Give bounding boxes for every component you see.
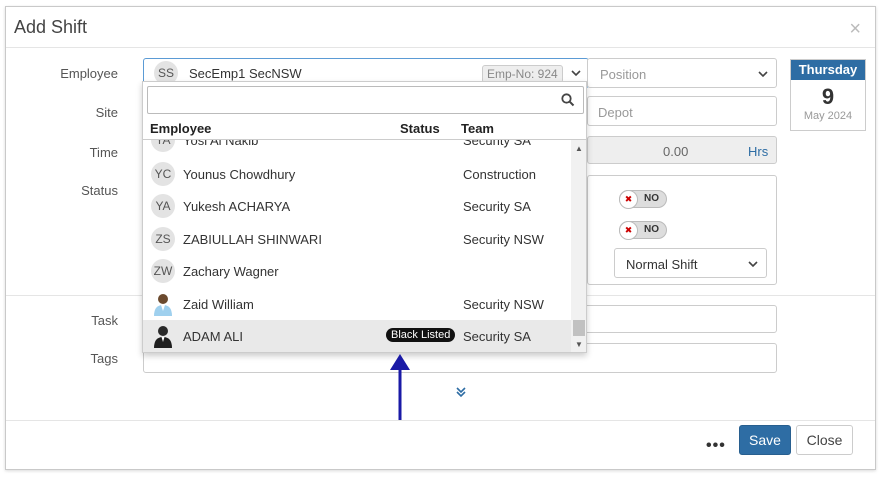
hours-value: 0.00 (663, 144, 689, 159)
time-label: Time (89, 145, 118, 160)
task-label: Task (91, 313, 118, 328)
list-item[interactable]: ZS ZABIULLAH SHINWARI Security NSW (143, 223, 571, 255)
employee-name: Yukesh ACHARYA (183, 199, 291, 214)
modal-title: Add Shift (14, 17, 88, 37)
avatar: ZW (151, 259, 175, 283)
position-placeholder: Position (600, 67, 647, 82)
hours-unit: Hrs (748, 144, 769, 159)
footer-divider (6, 420, 875, 421)
site-label: Site (95, 105, 118, 120)
chevron-down-icon[interactable] (571, 69, 581, 77)
toggle-label: NO (644, 224, 659, 235)
list-item[interactable]: ADAM ALI Black Listed Security SA (143, 320, 571, 352)
list-item[interactable]: YA Yosi Al Nakib Security SA (143, 140, 571, 156)
employee-name: Zachary Wagner (183, 264, 279, 279)
header-divider (6, 47, 875, 48)
avatar: YA (151, 194, 175, 218)
list-item[interactable]: YC Younus Chowdhury Construction (143, 158, 571, 190)
employee-team: Security NSW (463, 232, 544, 247)
status-badge: Black Listed (386, 328, 456, 342)
close-icon: ✖ (619, 221, 638, 240)
employee-name: Yosi Al Nakib (183, 140, 259, 148)
employee-name: Younus Chowdhury (183, 167, 296, 182)
person-photo-icon (154, 326, 172, 348)
list-item[interactable]: ZW Zachary Wagner (143, 255, 571, 287)
dropdown-scrollbar[interactable]: ▲ ▼ (571, 140, 586, 352)
tags-label: Tags (90, 351, 118, 366)
toggle-label: NO (644, 193, 659, 204)
employee-dropdown: Employee Status Team YA Yosi Al Nakib Se… (142, 81, 587, 353)
employee-team: Security NSW (463, 297, 544, 312)
column-header-team: Team (461, 121, 494, 136)
position-select[interactable]: Position (587, 58, 777, 88)
shift-type-select[interactable]: Normal Shift (614, 248, 767, 278)
date-weekday: Thursday (791, 60, 865, 80)
employee-name: ZABIULLAH SHINWARI (183, 232, 322, 247)
employee-team: Security SA (463, 329, 531, 344)
more-options-button[interactable]: ••• (706, 437, 726, 455)
employee-name: Zaid William (183, 297, 254, 312)
list-item[interactable]: YA Yukesh ACHARYA Security SA (143, 190, 571, 222)
employee-team: Security SA (463, 199, 531, 214)
avatar: YA (151, 140, 175, 152)
column-header-employee: Employee (150, 121, 212, 136)
employee-team: Security SA (463, 140, 531, 148)
person-photo-icon (154, 294, 172, 316)
selected-employee-name: SecEmp1 SecNSW (189, 66, 302, 81)
employee-team: Construction (463, 167, 536, 182)
avatar: ZS (151, 227, 175, 251)
depot-placeholder: Depot (598, 105, 633, 120)
date-month-year: May 2024 (803, 110, 853, 122)
annotation-arrow-icon (390, 354, 410, 420)
hours-field: 0.00 Hrs (587, 136, 777, 164)
chevron-down-icon[interactable] (748, 260, 758, 268)
toggle-switch[interactable]: ✖ NO (619, 190, 667, 209)
close-icon[interactable]: × (849, 19, 861, 39)
scroll-down-icon[interactable]: ▼ (575, 340, 583, 349)
column-header-status: Status (400, 121, 440, 136)
toggle-switch[interactable]: ✖ NO (619, 221, 667, 240)
search-icon (561, 93, 575, 107)
close-button[interactable]: Close (796, 425, 853, 455)
depot-input[interactable]: Depot (587, 96, 777, 126)
status-label: Status (81, 183, 118, 198)
employee-name: ADAM ALI (183, 329, 243, 344)
close-icon: ✖ (619, 190, 638, 209)
chevron-down-icon[interactable] (758, 70, 768, 78)
avatar: YC (151, 162, 175, 186)
dropdown-list: YA Yosi Al Nakib Security SA YC Younus C… (143, 140, 571, 352)
scroll-up-icon[interactable]: ▲ (575, 144, 583, 153)
employee-label: Employee (60, 66, 118, 81)
shift-type-value: Normal Shift (626, 257, 698, 272)
dropdown-header: Employee Status Team (143, 116, 586, 140)
save-button[interactable]: Save (739, 425, 791, 455)
date-day: 9 (821, 84, 835, 109)
date-card: Thursday 9 May 2024 (790, 59, 866, 131)
dropdown-search-input[interactable] (147, 86, 584, 114)
scrollbar-thumb[interactable] (573, 320, 585, 336)
double-chevron-down-icon[interactable] (455, 386, 467, 398)
list-item[interactable]: Zaid William Security NSW (143, 288, 571, 320)
